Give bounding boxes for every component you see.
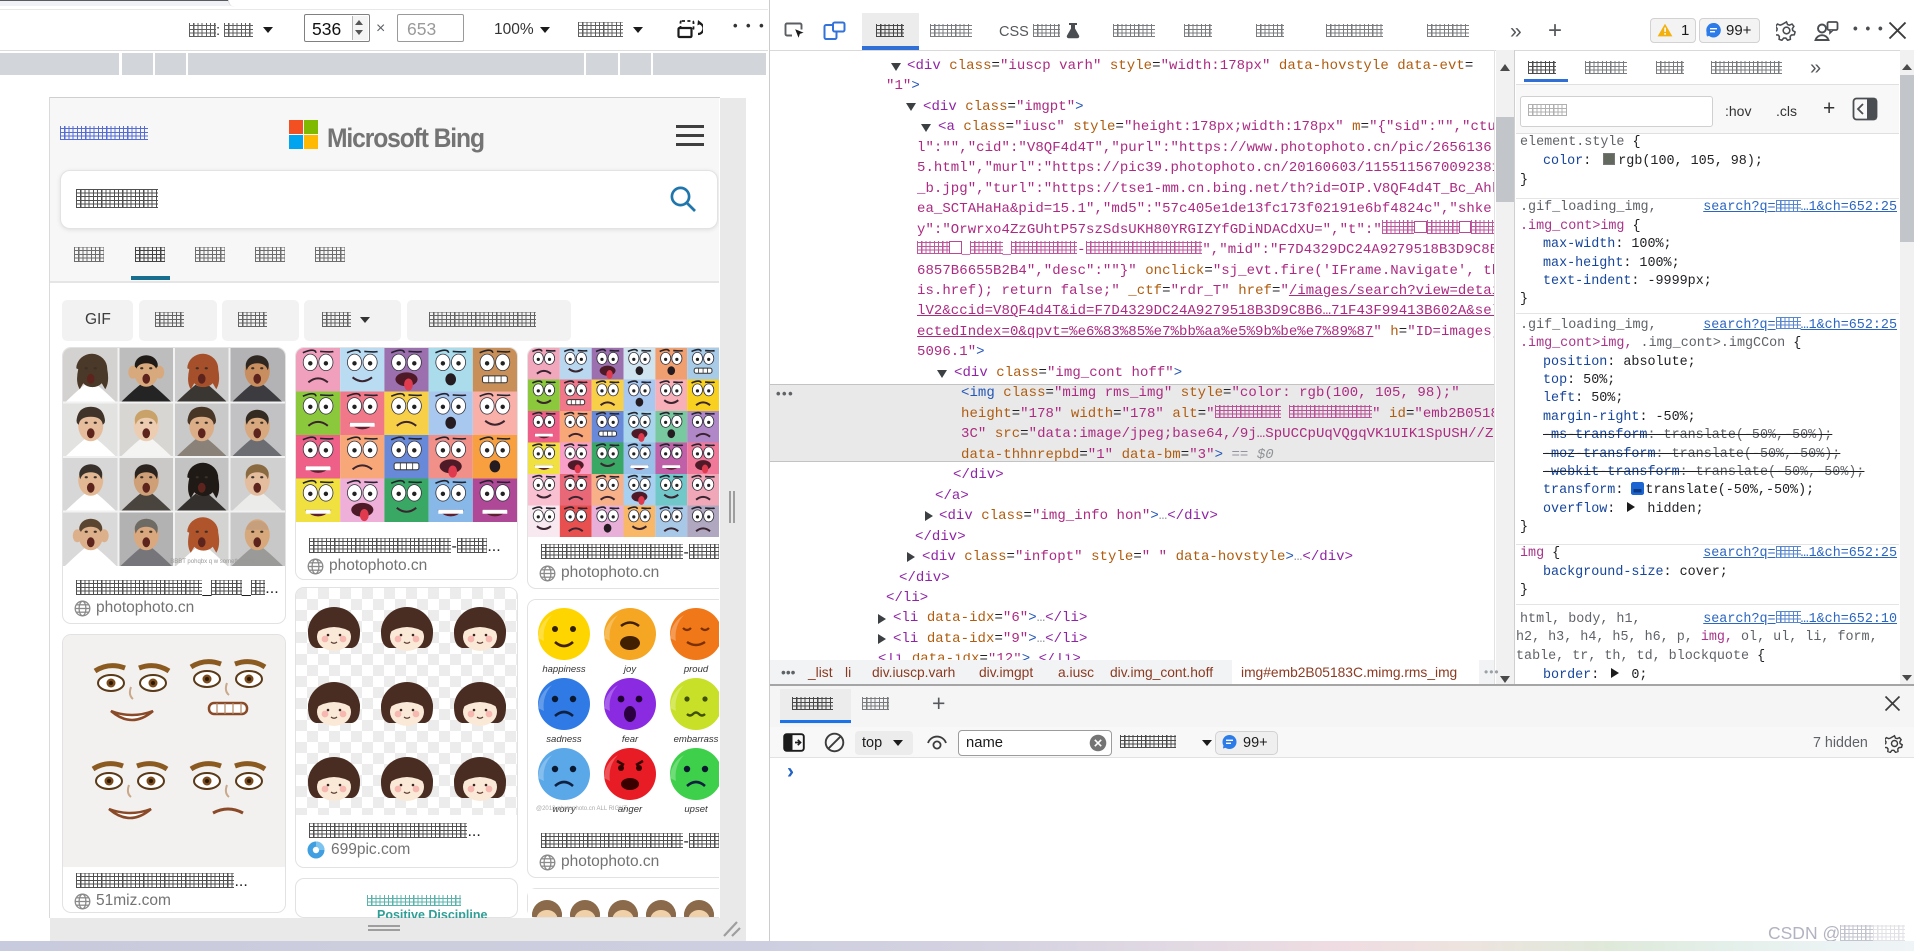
svg-text:BBBT pohqbx q w somethmmos: BBBT pohqbx q w somethmmos — [170, 559, 256, 565]
svg-text:@2013 photophoto.cn ALL RIGHT: @2013 photophoto.cn ALL RIGHT — [536, 806, 628, 812]
svg-text:fear: fear — [622, 734, 639, 745]
svg-text:happiness: happiness — [543, 664, 587, 675]
svg-text:joy: joy — [622, 664, 637, 675]
svg-text:upset: upset — [685, 804, 709, 815]
svg-text:sadness: sadness — [547, 734, 583, 745]
svg-text:embarrass: embarrass — [674, 734, 719, 745]
svg-text:proud: proud — [683, 664, 709, 675]
